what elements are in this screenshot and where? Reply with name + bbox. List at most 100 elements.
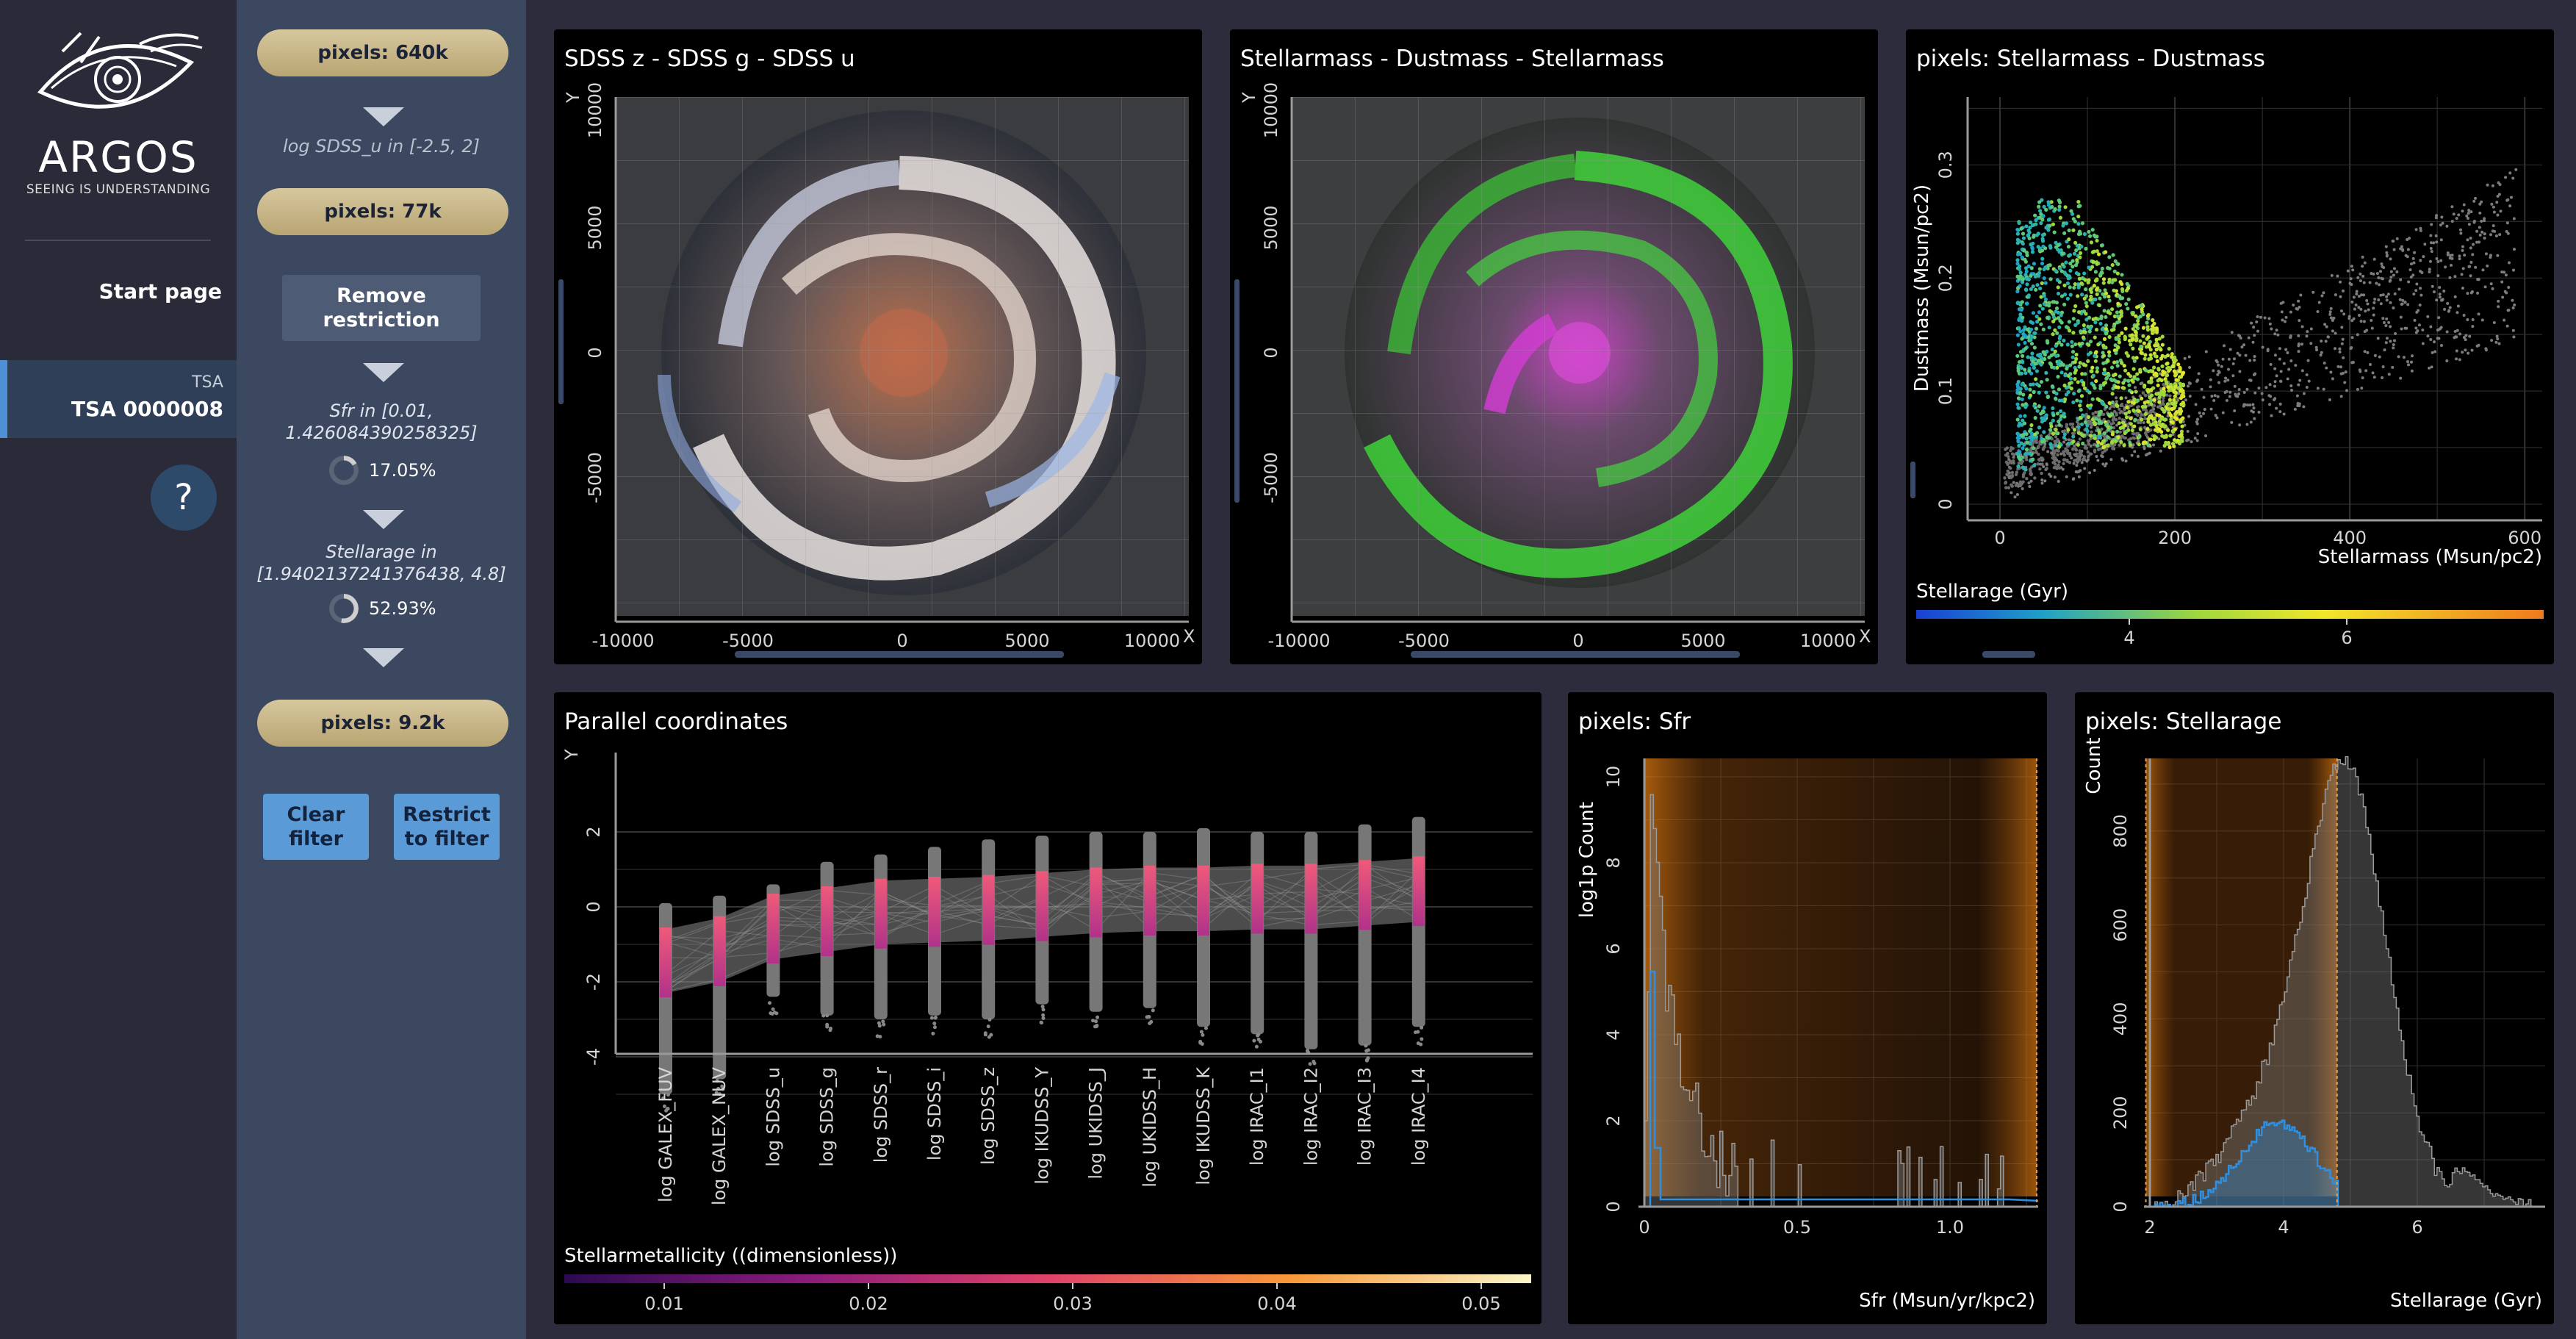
- pc-axis-4[interactable]: [874, 854, 888, 1039]
- pc-axis-7[interactable]: [1035, 836, 1049, 1025]
- scatter-point: [2174, 378, 2179, 382]
- help-button[interactable]: ?: [151, 464, 217, 531]
- scatter-point: [2416, 329, 2420, 333]
- scatter-point: [2250, 321, 2253, 325]
- scatter-point: [2498, 233, 2502, 237]
- parallel-coordinates-panel[interactable]: 2 0 -2 -4 log GALEX_FUV log GALEX_NUV log SDS…: [554, 692, 1541, 1324]
- scatter-point: [2435, 298, 2439, 302]
- filter-label-3[interactable]: Stellarage in [1.9402137241376438, 4.8]: [244, 541, 519, 585]
- histogram-sfr-panel[interactable]: 0 0.5 1.0 0 2 4 6 8 10 Sfr (Msun/yr/kpc2) log1p …: [1568, 692, 2047, 1324]
- histogram-stellarage-panel[interactable]: 2 4 6 0 200 400 600 800 Stellarage (Gyr) Count …: [2075, 692, 2554, 1324]
- scatter-point: [2036, 462, 2040, 466]
- x-scrollbar[interactable]: [1982, 651, 2035, 658]
- scatter-point: [2118, 280, 2123, 284]
- colorbar-title: Stellarage (Gyr): [1916, 581, 2068, 603]
- scatter-point: [2435, 240, 2439, 244]
- scatter-point: [2130, 337, 2135, 342]
- rgb-image-plot-2[interactable]: -10000 -5000 0 5000 100001000050000-5000 X Y: [1230, 29, 1878, 664]
- filter-label-3-line1: Stellarage in: [325, 542, 437, 562]
- parallel-coordinates-plot[interactable]: 20-2-4 log GALEX_FUV log GALEX_NUV log SDS…: [554, 692, 1541, 1324]
- scatter-plot[interactable]: 0 200 400 60000.10.20.3 Stellarmass (Msun/p…: [1906, 29, 2554, 664]
- pc-axis-1[interactable]: [713, 895, 727, 1096]
- scatter-point: [2514, 168, 2518, 171]
- scatter-point: [2074, 352, 2079, 357]
- rgb-image-plot-1[interactable]: -10000 -5000 0 5000 100001000050000-5000 X Y: [554, 29, 1202, 664]
- scatter-point: [2251, 340, 2255, 344]
- pixel-count-pill-3[interactable]: pixels: 9.2k: [257, 700, 508, 747]
- scatter-point: [2450, 220, 2454, 223]
- filter-percent-2: 17.05%: [369, 460, 436, 481]
- scatter-point: [2426, 315, 2430, 318]
- scatter-point: [2104, 326, 2109, 331]
- scatter-point: [2056, 285, 2060, 290]
- pc-axis-11[interactable]: [1251, 832, 1264, 1049]
- pc-axis-14[interactable]: [1411, 816, 1425, 1047]
- x-scrollbar[interactable]: [1411, 651, 1740, 658]
- scatter-point: [2440, 298, 2444, 302]
- scatter-point: [2055, 440, 2059, 444]
- scatter-point: [2054, 397, 2058, 401]
- scatter-point: [2004, 481, 2008, 484]
- filter-label-2[interactable]: Sfr in [0.01, 1.426084390258325]: [244, 400, 519, 444]
- argos-logo[interactable]: ARGOS SEEING IS UNDERSTANDING: [22, 22, 215, 198]
- scatter-point: [2034, 377, 2038, 381]
- scatter-point: [2107, 266, 2112, 271]
- y-scrollbar[interactable]: [1910, 462, 1915, 498]
- pc-axis-6[interactable]: [982, 839, 996, 1039]
- pixel-count-pill-1[interactable]: pixels: 640k: [257, 29, 508, 76]
- scatter-point: [2452, 212, 2456, 216]
- scatter-point: [2256, 329, 2260, 333]
- nav-dataset-item[interactable]: TSA TSA 0000008: [0, 360, 237, 438]
- x-scrollbar[interactable]: [735, 651, 1064, 658]
- scatter-point: [2126, 353, 2131, 358]
- pixel-count-pill-2[interactable]: pixels: 77k: [257, 188, 508, 235]
- scatter-point: [2070, 340, 2074, 344]
- y-scrollbar[interactable]: [558, 279, 564, 404]
- scatter-point: [2029, 334, 2034, 339]
- scatter-point: [2193, 437, 2197, 440]
- histogram-stellarage-plot[interactable]: 2 4 60200400600800 Stellarage (Gyr) Count: [2075, 692, 2554, 1324]
- histogram-sfr-plot[interactable]: 0 0.5 1.00246810 Sfr (Msun/yr/kpc2) log1p …: [1568, 692, 2047, 1324]
- filter-label-1[interactable]: log SDSS_u in [-2.5, 2]: [244, 135, 519, 157]
- x-tick-label: 0: [1638, 1217, 1649, 1238]
- scatter-point: [2429, 325, 2433, 329]
- pc-axis-2[interactable]: [766, 884, 780, 1016]
- scatter-point: [2065, 296, 2070, 301]
- scatter-point: [2471, 318, 2475, 322]
- y-scrollbar[interactable]: [1234, 279, 1240, 503]
- flow-arrow-icon: [363, 363, 404, 382]
- pc-axis-3[interactable]: [820, 861, 834, 1033]
- scatter-point: [2077, 342, 2082, 346]
- selection-range[interactable]: [1644, 758, 2037, 1196]
- pc-axis-5[interactable]: [928, 847, 941, 1035]
- scatter-point: [2453, 275, 2457, 279]
- scatter-point: [2409, 360, 2413, 364]
- scatter-point: [2378, 283, 2381, 287]
- pc-axis-12[interactable]: [1304, 832, 1318, 1066]
- scatter-point: [2095, 278, 2099, 282]
- scatter-panel[interactable]: 0 200 400 600 0 0.1 0.2 0.3 Stellarmass (Msun/p…: [1906, 29, 2554, 664]
- scatter-point: [2261, 345, 2264, 349]
- scatter-point: [2042, 276, 2046, 281]
- remove-restriction-button[interactable]: Remove restriction: [282, 275, 481, 341]
- scatter-point: [2392, 343, 2395, 347]
- scatter-point: [2247, 336, 2251, 340]
- restrict-to-filter-button[interactable]: Restrict to filter: [394, 794, 500, 860]
- pc-axis-9[interactable]: [1143, 832, 1156, 1025]
- pc-axis-13[interactable]: [1358, 824, 1372, 1063]
- pc-axis-10[interactable]: [1197, 828, 1210, 1047]
- scatter-point: [2466, 292, 2469, 295]
- scatter-point: [2373, 353, 2377, 357]
- scatter-point: [2024, 288, 2029, 292]
- scatter-point: [2428, 268, 2431, 271]
- nav-start-page-link[interactable]: Start page: [0, 279, 222, 304]
- scatter-point: [2087, 329, 2092, 334]
- pc-axis-8[interactable]: [1089, 832, 1103, 1029]
- scatter-point: [2042, 293, 2046, 298]
- rgb-image-panel-2[interactable]: -10000 -5000 0 5000 10000 10000 5000 0 -5000 X Y…: [1230, 29, 1878, 664]
- scatter-point: [2228, 348, 2232, 351]
- rgb-image-panel-1[interactable]: -10000 -5000 0 5000 10000 10000 5000 0 -5000 X Y…: [554, 29, 1202, 664]
- scatter-point: [2484, 347, 2488, 351]
- clear-filter-button[interactable]: Clear filter: [263, 794, 369, 860]
- scatter-point: [2021, 487, 2024, 490]
